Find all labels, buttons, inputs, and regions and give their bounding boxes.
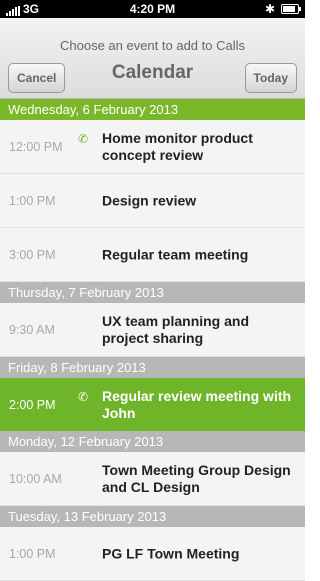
header: Choose an event to add to Calls Cancel C…	[0, 18, 305, 99]
event-row[interactable]: 1:00 PM PG LF Town Meeting	[0, 527, 305, 581]
event-row[interactable]: 12:00 PM ✆ Home monitor product concept …	[0, 120, 305, 174]
today-button[interactable]: Today	[244, 63, 297, 93]
day-header: Wednesday, 6 February 2013	[0, 99, 305, 120]
event-title: Regular team meeting	[102, 246, 249, 262]
event-time: 9:30 AM	[9, 322, 55, 337]
event-title: Design review	[102, 192, 197, 208]
day-header: Thursday, 7 February 2013	[0, 282, 305, 303]
event-time: 10:00 AM	[9, 471, 62, 486]
day-header: Friday, 8 February 2013	[0, 357, 305, 378]
prompt-text: Choose an event to add to Calls	[59, 38, 245, 53]
phone-icon: ✆	[78, 132, 89, 146]
event-list: Wednesday, 6 February 2013 12:00 PM ✆ Ho…	[0, 99, 305, 581]
event-row[interactable]: 1:00 PM Design review	[0, 174, 305, 228]
event-time: 12:00 PM	[9, 139, 63, 154]
event-row[interactable]: 10:00 AM Town Meeting Group Design and C…	[0, 452, 305, 506]
bluetooth-icon: ✱	[264, 2, 275, 16]
day-header: Monday, 12 February 2013	[0, 431, 305, 452]
event-title: Regular review meeting with John	[102, 387, 292, 421]
event-row[interactable]: 9:30 AM UX team planning and project sha…	[0, 303, 305, 357]
event-title: Home monitor product concept review	[102, 129, 253, 163]
event-title: Town Meeting Group Design and CL Design	[102, 461, 291, 495]
status-right: ✱	[264, 2, 301, 16]
status-time: 4:20 PM	[129, 2, 176, 16]
day-header: Tuesday, 13 February 2013	[0, 506, 305, 527]
event-time: 1:00 PM	[9, 193, 56, 208]
status-bar: 3G 4:20 PM ✱	[0, 0, 305, 18]
event-row-selected[interactable]: 2:00 PM ✆ Regular review meeting with Jo…	[0, 378, 305, 431]
event-time: 3:00 PM	[9, 247, 56, 262]
event-time: 1:00 PM	[9, 546, 56, 561]
event-row[interactable]: 3:00 PM Regular team meeting	[0, 228, 305, 282]
event-title: UX team planning and project sharing	[102, 312, 250, 346]
phone-icon: ✆	[78, 390, 89, 404]
battery-icon	[281, 4, 301, 14]
event-title: PG LF Town Meeting	[102, 545, 240, 561]
event-time: 2:00 PM	[9, 397, 56, 412]
